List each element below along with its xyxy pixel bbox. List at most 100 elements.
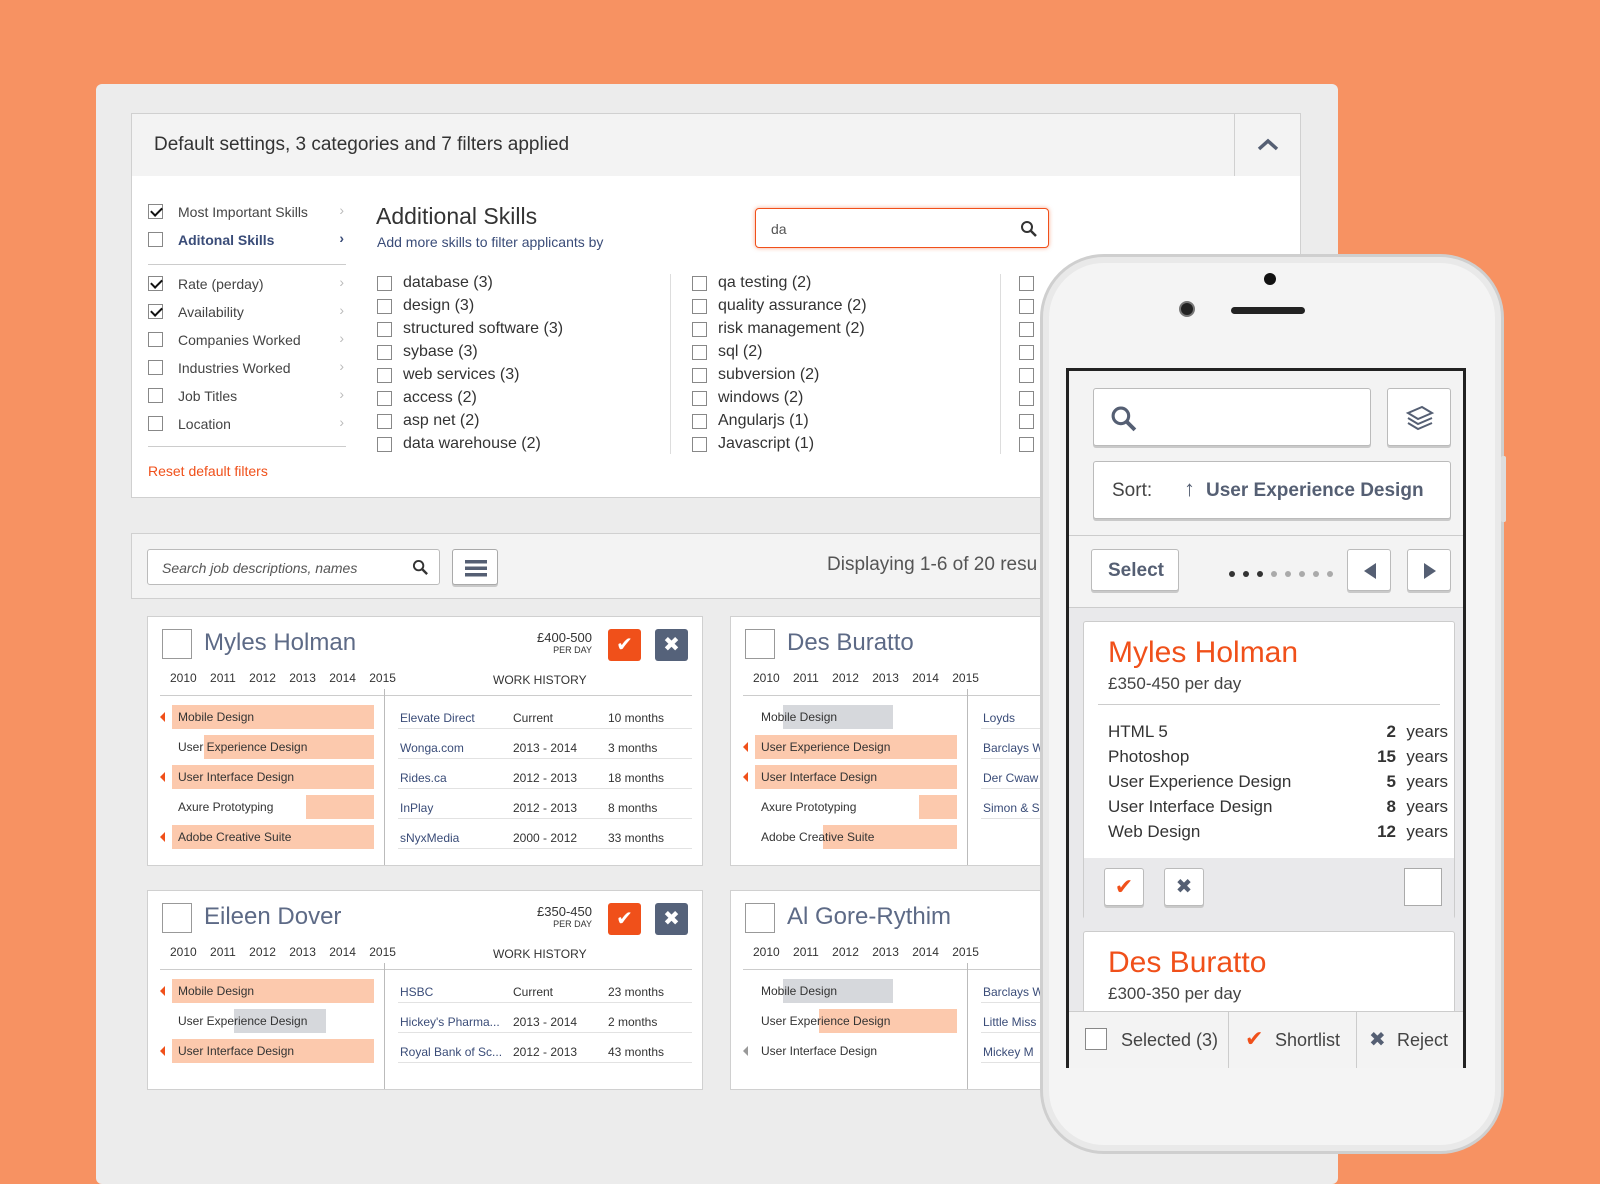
reject-button[interactable]: ✖ xyxy=(655,629,688,661)
company-name[interactable]: Simon & S xyxy=(983,801,1040,815)
sidebar-item-job-titles[interactable]: Job Titles › xyxy=(148,386,344,406)
skill-bar-row: Adobe Creative Suite xyxy=(160,825,374,849)
checkbox[interactable] xyxy=(148,276,163,291)
checkbox[interactable] xyxy=(1019,276,1034,291)
candidate-name[interactable]: Des Buratto xyxy=(787,629,914,657)
checkbox[interactable] xyxy=(377,368,392,383)
candidate-name[interactable]: Al Gore-Rythim xyxy=(787,903,951,931)
checkbox[interactable] xyxy=(692,368,707,383)
next-page-button[interactable] xyxy=(1407,549,1451,591)
layers-button[interactable] xyxy=(1387,388,1451,446)
sidebar-item-most-important-skills[interactable]: Most Important Skills › xyxy=(148,202,344,222)
checkbox[interactable] xyxy=(148,360,163,375)
checkbox[interactable] xyxy=(1019,345,1034,360)
list-view-button[interactable] xyxy=(452,549,498,585)
checkbox[interactable] xyxy=(148,204,163,219)
candidate-name[interactable]: Eileen Dover xyxy=(204,903,341,931)
checkbox[interactable] xyxy=(692,276,707,291)
checkbox[interactable] xyxy=(148,232,163,247)
skill-search-input[interactable]: da xyxy=(755,208,1049,248)
sidebar-item-additional-skills[interactable]: Aditonal Skills › xyxy=(148,230,344,250)
search-icon[interactable] xyxy=(412,559,429,576)
checkbox[interactable] xyxy=(1019,322,1034,337)
checkbox[interactable] xyxy=(1019,414,1034,429)
collapse-button[interactable] xyxy=(1234,114,1300,176)
arrow-left-icon xyxy=(160,832,165,842)
sidebar-item-rate[interactable]: Rate (perday) › xyxy=(148,274,344,294)
skill-bar-row: Axure Prototyping xyxy=(160,795,374,819)
sidebar-item-companies-worked[interactable]: Companies Worked › xyxy=(148,330,344,350)
company-name[interactable]: Barclays W xyxy=(983,741,1044,755)
skill-row: User Experience Design 5 years xyxy=(1108,772,1448,796)
sidebar-item-availability[interactable]: Availability › xyxy=(148,302,344,322)
selected-button[interactable]: Selected (3) xyxy=(1069,1012,1229,1068)
select-button[interactable]: Select xyxy=(1091,549,1179,591)
sidebar-item-industries-worked[interactable]: Industries Worked › xyxy=(148,358,344,378)
job-period: 2013 - 2014 xyxy=(513,1015,578,1029)
sidebar-item-location[interactable]: Location › xyxy=(148,414,344,434)
checkbox[interactable] xyxy=(1019,299,1034,314)
company-name[interactable]: Mickey M xyxy=(983,1045,1034,1059)
company-name[interactable]: Loyds xyxy=(983,711,1015,725)
company-name[interactable]: Elevate Direct xyxy=(400,711,475,725)
company-name[interactable]: Rides.ca xyxy=(400,771,447,785)
checkbox[interactable] xyxy=(692,437,707,452)
checkbox[interactable] xyxy=(692,322,707,337)
select-checkbox[interactable] xyxy=(162,903,192,933)
checkbox[interactable] xyxy=(377,276,392,291)
checkbox[interactable] xyxy=(377,437,392,452)
job-period: 2012 - 2013 xyxy=(513,771,578,785)
company-name[interactable]: InPlay xyxy=(400,801,433,815)
skill-label: Mobile Design xyxy=(761,984,838,998)
search-icon[interactable] xyxy=(1020,220,1038,238)
shortlist-button[interactable]: ✔ xyxy=(1104,868,1144,906)
company-name[interactable]: Der Cwaw xyxy=(983,771,1038,785)
company-name[interactable]: Little Miss xyxy=(983,1015,1036,1029)
checkbox[interactable] xyxy=(148,304,163,319)
checkbox[interactable] xyxy=(1019,391,1034,406)
skill-option-label: windows (2) xyxy=(718,389,804,406)
select-checkbox[interactable] xyxy=(162,629,192,659)
shortlist-button[interactable]: ✔ xyxy=(608,629,641,661)
checkbox[interactable] xyxy=(692,345,707,360)
candidate-name[interactable]: Myles Holman xyxy=(204,629,356,657)
reject-all-button[interactable]: ✖ Reject xyxy=(1357,1012,1463,1068)
candidate-name[interactable]: Des Buratto xyxy=(1108,946,1266,980)
shortlist-all-button[interactable]: ✔ Shortlist xyxy=(1229,1012,1357,1068)
reject-button[interactable]: ✖ xyxy=(655,903,688,935)
company-name[interactable]: Hickey's Pharma... xyxy=(400,1015,500,1029)
company-name[interactable]: Royal Bank of Sc... xyxy=(400,1045,502,1059)
checkbox[interactable] xyxy=(377,345,392,360)
additional-skills-title: Additional Skills xyxy=(376,203,538,229)
reject-button[interactable]: ✖ xyxy=(1164,868,1204,906)
select-checkbox[interactable] xyxy=(745,629,775,659)
job-search-input[interactable]: Search job descriptions, names xyxy=(147,549,440,585)
checkbox[interactable] xyxy=(148,388,163,403)
mobile-search-input[interactable] xyxy=(1093,388,1371,446)
prev-page-button[interactable] xyxy=(1347,549,1391,591)
checkbox[interactable] xyxy=(148,332,163,347)
checkbox[interactable] xyxy=(692,391,707,406)
company-name[interactable]: HSBC xyxy=(400,985,433,999)
checkbox[interactable] xyxy=(148,416,163,431)
checkbox[interactable] xyxy=(377,322,392,337)
select-checkbox[interactable] xyxy=(1404,868,1442,906)
company-name[interactable]: Barclays W xyxy=(983,985,1044,999)
checkbox[interactable] xyxy=(692,299,707,314)
filter-summary-bar[interactable]: Default settings, 3 categories and 7 fil… xyxy=(131,113,1301,177)
checkbox[interactable] xyxy=(1019,368,1034,383)
checkbox[interactable] xyxy=(692,414,707,429)
checkbox[interactable] xyxy=(377,299,392,314)
company-name[interactable]: sNyxMedia xyxy=(400,831,459,845)
job-duration: 23 months xyxy=(608,985,665,999)
checkbox[interactable] xyxy=(377,414,392,429)
candidate-name[interactable]: Myles Holman xyxy=(1108,636,1298,670)
select-checkbox[interactable] xyxy=(745,903,775,933)
shortlist-button[interactable]: ✔ xyxy=(608,903,641,935)
checkbox[interactable] xyxy=(1019,437,1034,452)
skill-years: 2 xyxy=(1386,722,1396,741)
checkbox[interactable] xyxy=(377,391,392,406)
reset-filters-link[interactable]: Reset default filters xyxy=(148,463,268,479)
sort-dropdown[interactable]: Sort: ↑ User Experience Design xyxy=(1093,461,1451,519)
company-name[interactable]: Wonga.com xyxy=(400,741,464,755)
